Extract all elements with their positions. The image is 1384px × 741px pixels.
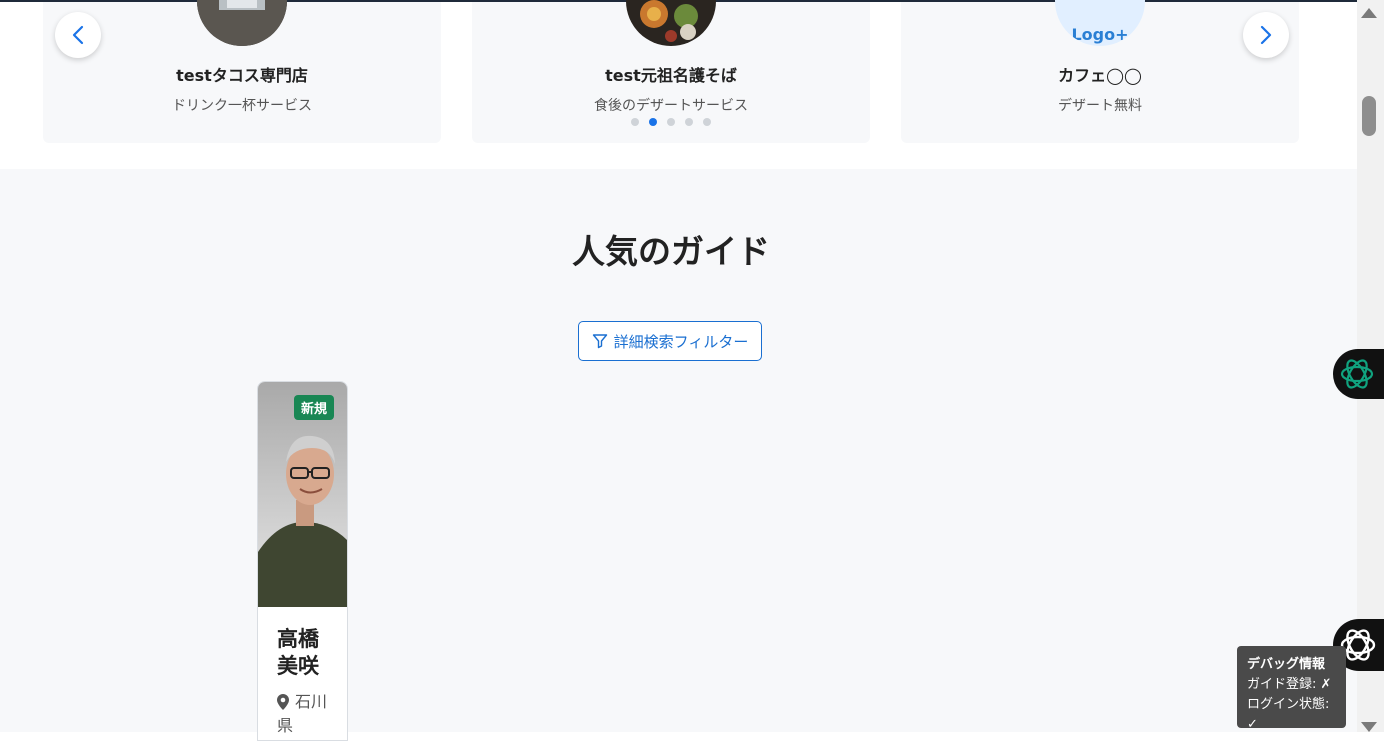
debug-info-panel: デバッグ情報 ガイド登録: ✗ ログイン状態: ✓ bbox=[1237, 646, 1346, 732]
debug-guide-registered: ガイド登録: ✗ bbox=[1247, 677, 1332, 692]
carousel-dot[interactable] bbox=[667, 118, 675, 126]
new-badge: 新規 bbox=[294, 395, 335, 420]
shop-card[interactable]: Logo+ カフェ◯◯ デザート無料 bbox=[901, 0, 1299, 143]
scroll-up-arrow-icon[interactable] bbox=[1361, 8, 1377, 18]
shop-offer: デザート無料 bbox=[1058, 98, 1142, 114]
map-pin-icon bbox=[277, 694, 289, 710]
guide-name: 高橋美咲 bbox=[277, 627, 319, 678]
shop-carousel: testタコス専門店 ドリンク一杯サービス test元祖名護そば 食後のデザート… bbox=[0, 0, 1357, 169]
shop-logo: Logo+ bbox=[1055, 0, 1145, 46]
shop-name: カフェ◯◯ bbox=[1058, 66, 1142, 85]
carousel-dots bbox=[631, 118, 711, 126]
carousel-next-button[interactable] bbox=[1243, 12, 1289, 58]
popular-guides-section: 人気のガイド 詳細検索フィルター 新規 高橋美咲 石川県 bbox=[0, 169, 1357, 741]
shop-name: test元祖名護そば bbox=[605, 66, 737, 85]
carousel-dot-active[interactable] bbox=[649, 118, 657, 126]
logo-text: Logo+ bbox=[1071, 25, 1129, 44]
openai-logo-icon bbox=[1340, 359, 1374, 389]
scrollbar-thumb[interactable] bbox=[1362, 96, 1376, 136]
ai-assistant-button[interactable] bbox=[1333, 349, 1384, 399]
chevron-right-icon bbox=[1260, 25, 1272, 45]
carousel-dot[interactable] bbox=[703, 118, 711, 126]
shop-name: testタコス専門店 bbox=[176, 66, 308, 85]
shop-offer: ドリンク一杯サービス bbox=[172, 98, 312, 114]
section-title: 人気のガイド bbox=[572, 232, 770, 271]
guide-photo: 新規 bbox=[258, 382, 347, 607]
guide-card[interactable]: 新規 高橋美咲 石川県 bbox=[257, 381, 348, 741]
shop-card[interactable]: testタコス専門店 ドリンク一杯サービス bbox=[43, 0, 441, 143]
carousel-dot[interactable] bbox=[685, 118, 693, 126]
shop-photo bbox=[626, 0, 716, 46]
scroll-down-arrow-icon[interactable] bbox=[1361, 722, 1377, 732]
debug-title: デバッグ情報 bbox=[1247, 657, 1326, 672]
carousel-dot[interactable] bbox=[631, 118, 639, 126]
filter-icon bbox=[592, 334, 607, 349]
filter-button-label: 詳細検索フィルター bbox=[613, 332, 749, 351]
guide-location: 石川県 bbox=[277, 690, 327, 738]
advanced-filter-button[interactable]: 詳細検索フィルター bbox=[578, 321, 762, 361]
debug-login-state: ログイン状態: ✓ bbox=[1247, 697, 1330, 732]
carousel-prev-button[interactable] bbox=[55, 12, 101, 58]
shop-photo bbox=[197, 0, 287, 46]
chevron-left-icon bbox=[72, 25, 84, 45]
shop-offer: 食後のデザートサービス bbox=[594, 98, 748, 114]
